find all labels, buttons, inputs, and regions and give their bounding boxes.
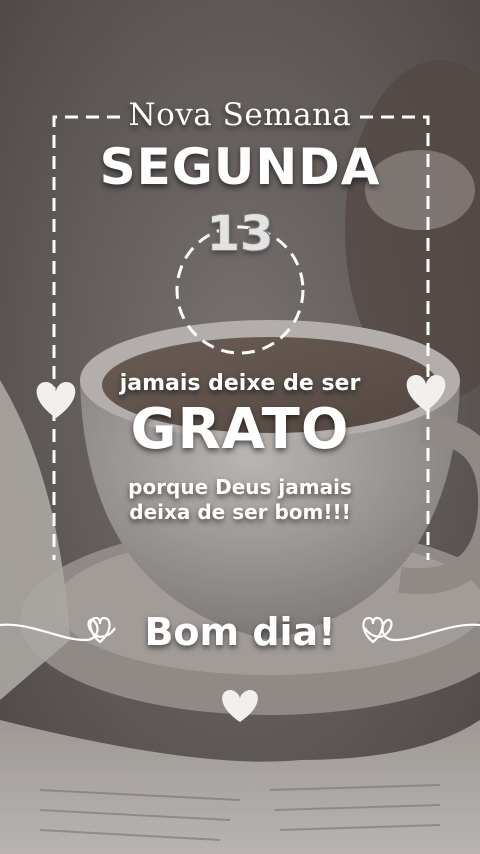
message-line-1: jamais deixe de ser [119,371,361,396]
greeting: Bom dia! [144,610,336,654]
subtitle: Nova Semana [128,97,352,133]
message-line-2: porque Deus jamais deixa de ser bom!!! [0,475,480,525]
date-number: 13 [206,206,274,262]
heart-icon [222,690,258,722]
message-highlight: GRATO [130,397,350,462]
message-line-2b: deixa de ser bom!!! [129,500,351,524]
weekday-title: SEGUNDA [99,138,381,196]
message-line-2a: porque Deus jamais [128,475,352,499]
